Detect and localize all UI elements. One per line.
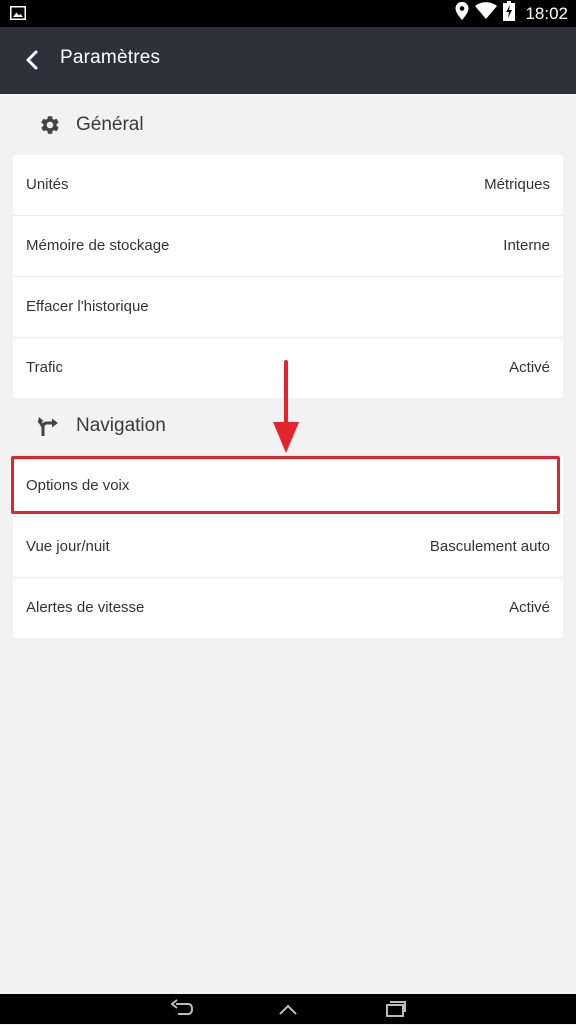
route-icon — [38, 414, 62, 438]
setting-value: Interne — [503, 237, 550, 254]
setting-label: Trafic — [26, 359, 63, 376]
setting-label: Unités — [26, 176, 69, 193]
app-bar: Paramètres — [0, 27, 576, 94]
location-icon — [455, 2, 469, 25]
section-title-general: Général — [76, 114, 144, 135]
setting-value: Basculement auto — [429, 538, 550, 555]
chevron-left-icon[interactable] — [20, 47, 46, 73]
gallery-icon — [10, 6, 26, 25]
status-time: 18:02 — [525, 3, 568, 23]
recent-apps-icon[interactable] — [384, 998, 408, 1020]
settings-card-navigation: Options de voix Vue jour/nuit Basculemen… — [13, 456, 563, 638]
setting-value: Métriques — [484, 176, 550, 193]
setting-row-voice-options[interactable]: Options de voix — [13, 456, 563, 517]
setting-value: Activé — [509, 599, 550, 616]
section-header-navigation: Navigation — [38, 406, 166, 446]
status-bar: 18:02 — [0, 0, 576, 27]
setting-label: Options de voix — [26, 477, 130, 494]
back-icon[interactable] — [170, 998, 194, 1020]
section-title-navigation: Navigation — [76, 415, 166, 436]
setting-label: Effacer l'historique — [26, 298, 149, 315]
setting-row-clear-history[interactable]: Effacer l'historique — [13, 277, 563, 338]
settings-card-general: Unités Métriques Mémoire de stockage Int… — [13, 155, 563, 398]
battery-charging-icon — [503, 1, 516, 26]
setting-label: Mémoire de stockage — [26, 237, 170, 254]
setting-value: Activé — [509, 359, 550, 376]
gear-icon — [38, 113, 62, 137]
setting-row-speed-alerts[interactable]: Alertes de vitesse Activé — [13, 578, 563, 638]
setting-row-day-night[interactable]: Vue jour/nuit Basculement auto — [13, 517, 563, 578]
wifi-icon — [475, 2, 498, 25]
setting-label: Alertes de vitesse — [26, 599, 145, 616]
system-nav-bar — [0, 994, 576, 1024]
setting-row-traffic[interactable]: Trafic Activé — [13, 338, 563, 398]
setting-label: Vue jour/nuit — [26, 538, 110, 555]
setting-row-units[interactable]: Unités Métriques — [13, 155, 563, 216]
setting-row-storage[interactable]: Mémoire de stockage Interne — [13, 216, 563, 277]
page-title: Paramètres — [60, 47, 161, 68]
section-header-general: Général — [38, 105, 144, 145]
home-icon[interactable] — [276, 998, 300, 1020]
